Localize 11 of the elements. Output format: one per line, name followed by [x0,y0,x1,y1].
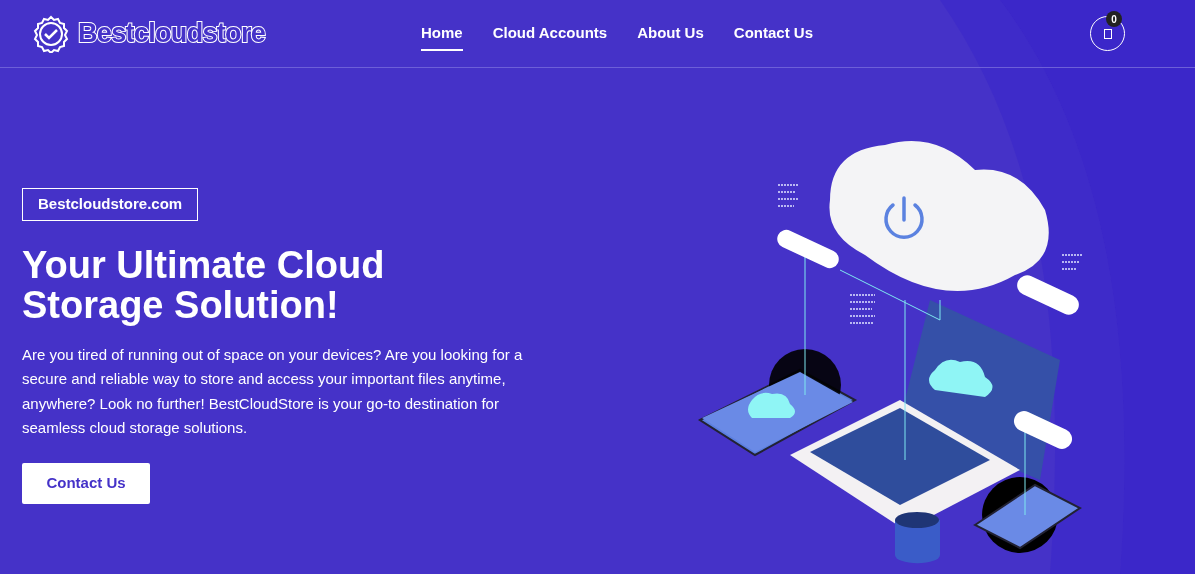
brand-logo[interactable]: Bestcloudstore [78,13,266,54]
bag-icon [1103,28,1112,39]
nav-link[interactable]: Contact Us [733,22,813,51]
nav-link[interactable]: Home [421,22,463,51]
hero-description: Are you tired of running out of space on your devices? Are you looking for a secure and reliable way to store and access your important files anytime, anywhere? Look no further! BestCloudStore is your go-to destination for seamless cloud storage solutions. [22,344,524,438]
nav-link[interactable]: About Us [637,22,704,51]
nav-link[interactable]: Cloud Accounts [492,22,608,51]
badge-check-icon[interactable] [32,14,70,53]
contact-button[interactable]: Contact Us [22,462,150,504]
site-tag: Bestcloudstore.com [22,188,199,221]
hero-title: Your Ultimate Cloud Storage Solution! [22,244,386,325]
